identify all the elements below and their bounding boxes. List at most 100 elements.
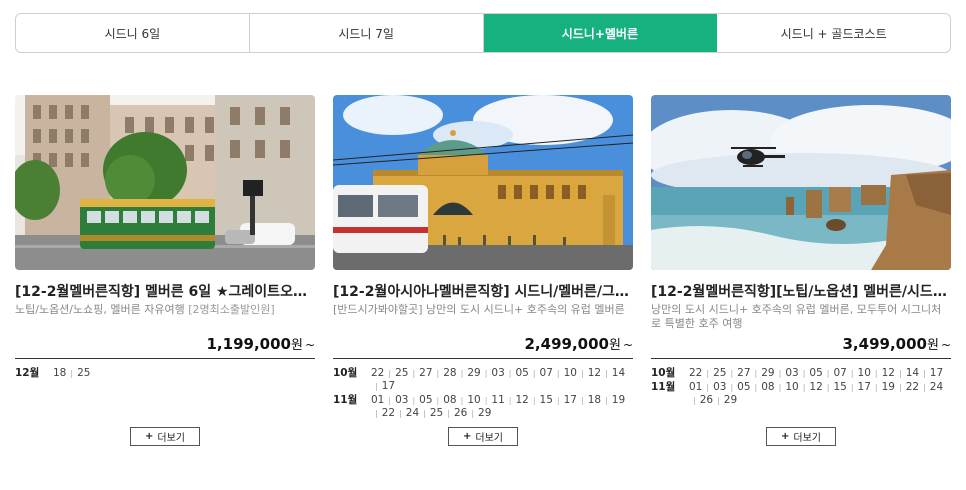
departure-day[interactable]: 03 bbox=[395, 394, 408, 407]
day-separator: | bbox=[484, 369, 488, 378]
departure-day[interactable]: 10 bbox=[785, 381, 798, 394]
departure-day[interactable]: 10 bbox=[858, 367, 871, 380]
departure-day[interactable]: 26 bbox=[700, 394, 713, 407]
departure-day[interactable]: 05 bbox=[419, 394, 432, 407]
departure-day[interactable]: 01 bbox=[689, 381, 702, 394]
departure-day[interactable]: 19 bbox=[612, 394, 625, 407]
tab-sydney-6days[interactable]: 시드니 6일 bbox=[16, 14, 250, 52]
departure-day[interactable]: 17 bbox=[930, 367, 943, 380]
day-separator: | bbox=[778, 369, 782, 378]
departure-day[interactable]: 19 bbox=[882, 381, 895, 394]
month-label: 10월 bbox=[333, 367, 358, 379]
more-label: 더보기 bbox=[157, 433, 185, 444]
product-card[interactable]: [12-2월아시아나멜버른직항] 시드니/멜버른/그레이트오션로드 [반드시가봐… bbox=[333, 95, 633, 446]
more-button[interactable]: + 더보기 bbox=[130, 427, 200, 446]
day-separator: | bbox=[460, 369, 464, 378]
product-title[interactable]: [12-2월멜버른직항] 멜버른 6일 ★그레이트오션로드 bbox=[15, 283, 315, 301]
departure-day[interactable]: 29 bbox=[467, 367, 480, 380]
departure-day[interactable]: 18 bbox=[588, 394, 601, 407]
departure-day[interactable]: 10 bbox=[564, 367, 577, 380]
price-unit: 원 bbox=[926, 338, 939, 353]
departure-day[interactable]: 17 bbox=[858, 381, 871, 394]
departure-day[interactable]: 27 bbox=[419, 367, 432, 380]
product-title[interactable]: [12-2월아시아나멜버른직항] 시드니/멜버른/그레이트오션로드 bbox=[333, 283, 633, 301]
departure-day[interactable]: 12 bbox=[588, 367, 601, 380]
product-image-flinders-station[interactable] bbox=[333, 95, 633, 270]
departure-day[interactable]: 12 bbox=[809, 381, 822, 394]
departure-day[interactable]: 24 bbox=[930, 381, 943, 394]
day-separator: | bbox=[730, 383, 734, 392]
departure-day[interactable]: 27 bbox=[737, 367, 750, 380]
day-separator: | bbox=[706, 383, 710, 392]
product-image-twelve-apostles[interactable] bbox=[651, 95, 951, 270]
day-separator: | bbox=[375, 409, 378, 418]
day-separator: | bbox=[412, 369, 416, 378]
departure-day[interactable]: 08 bbox=[761, 381, 774, 394]
day-separator: | bbox=[581, 369, 584, 378]
departure-day[interactable]: 22 bbox=[371, 367, 384, 380]
divider bbox=[15, 358, 315, 359]
departure-day[interactable]: 07 bbox=[540, 367, 553, 380]
departure-day[interactable]: 17 bbox=[382, 380, 395, 393]
price-value: 1,199,000 bbox=[206, 335, 291, 353]
departure-day[interactable]: 12 bbox=[515, 394, 528, 407]
tab-sydney-7days[interactable]: 시드니 7일 bbox=[250, 14, 484, 52]
departure-day[interactable]: 05 bbox=[809, 367, 822, 380]
departure-day[interactable]: 07 bbox=[833, 367, 846, 380]
product-title[interactable]: [12-2월멜버른직항][노팁/노옵션] 멜버른/시드니 ... bbox=[651, 283, 951, 301]
departure-day[interactable]: 05 bbox=[515, 367, 528, 380]
day-separator: | bbox=[754, 369, 758, 378]
product-card[interactable]: [12-2월멜버른직항][노팁/노옵션] 멜버른/시드니 ... 낭만의 도시 … bbox=[651, 95, 951, 446]
departure-day[interactable]: 28 bbox=[443, 367, 456, 380]
price-suffix: ~ bbox=[940, 338, 951, 352]
day-separator: | bbox=[693, 396, 696, 405]
departure-day[interactable]: 10 bbox=[467, 394, 480, 407]
departure-day[interactable]: 22 bbox=[382, 407, 395, 420]
departure-day[interactable]: 15 bbox=[540, 394, 553, 407]
tab-sydney-goldcoast[interactable]: 시드니 + 골드코스트 bbox=[717, 14, 950, 52]
departure-day[interactable]: 24 bbox=[406, 407, 419, 420]
departure-day[interactable]: 03 bbox=[491, 367, 504, 380]
departure-day[interactable]: 26 bbox=[454, 407, 467, 420]
month-label: 12월 bbox=[15, 367, 40, 379]
departure-day[interactable]: 08 bbox=[443, 394, 456, 407]
product-card[interactable]: [12-2월멜버른직항] 멜버른 6일 ★그레이트오션로드 노팁/노옵션/노쇼핑… bbox=[15, 95, 315, 446]
departure-day[interactable]: 14 bbox=[612, 367, 625, 380]
tab-sydney-melbourne[interactable]: 시드니+멜버른 bbox=[483, 14, 718, 52]
more-button[interactable]: + 더보기 bbox=[766, 427, 836, 446]
departure-day[interactable]: 25 bbox=[430, 407, 443, 420]
departure-day[interactable]: 17 bbox=[564, 394, 577, 407]
subtitle-text: 낭만의 도시 시드니+ 호주속의 유럽 멜버른, 모두투어 시그니처로 특별한 … bbox=[651, 303, 942, 330]
departure-day[interactable]: 22 bbox=[906, 381, 919, 394]
departure-day[interactable]: 12 bbox=[882, 367, 895, 380]
departure-day[interactable]: 15 bbox=[833, 381, 846, 394]
departure-day[interactable]: 29 bbox=[478, 407, 491, 420]
departure-day[interactable]: 22 bbox=[689, 367, 702, 380]
product-image-melbourne-tram[interactable] bbox=[15, 95, 315, 270]
day-separator: | bbox=[605, 369, 608, 378]
departure-day[interactable]: 25 bbox=[77, 367, 90, 380]
day-separator: | bbox=[556, 396, 560, 405]
departure-day[interactable]: 18 bbox=[53, 367, 66, 380]
day-separator: | bbox=[802, 383, 806, 392]
more-label: 더보기 bbox=[793, 433, 821, 444]
day-separator: | bbox=[899, 383, 902, 392]
day-separator: | bbox=[826, 369, 830, 378]
departure-day[interactable]: 25 bbox=[395, 367, 408, 380]
departure-day[interactable]: 03 bbox=[713, 381, 726, 394]
departure-day[interactable]: 03 bbox=[785, 367, 798, 380]
departure-day[interactable]: 05 bbox=[737, 381, 750, 394]
day-list: 01 | 03 | 05 | 08 | 10 | 11 | 12 | 15 | 17 | 18 | 19 | 22 | 24 | 2… bbox=[371, 394, 633, 420]
day-separator: | bbox=[754, 383, 758, 392]
departure-day[interactable]: 14 bbox=[906, 367, 919, 380]
departure-day[interactable]: 11 bbox=[491, 394, 504, 407]
day-separator: | bbox=[556, 369, 560, 378]
departure-day[interactable]: 25 bbox=[713, 367, 726, 380]
price-unit: 원 bbox=[290, 338, 303, 353]
departure-day[interactable]: 01 bbox=[371, 394, 384, 407]
departure-day[interactable]: 29 bbox=[761, 367, 774, 380]
departure-day[interactable]: 29 bbox=[724, 394, 737, 407]
day-separator: | bbox=[388, 396, 392, 405]
day-separator: | bbox=[605, 396, 608, 405]
more-button[interactable]: + 더보기 bbox=[448, 427, 518, 446]
